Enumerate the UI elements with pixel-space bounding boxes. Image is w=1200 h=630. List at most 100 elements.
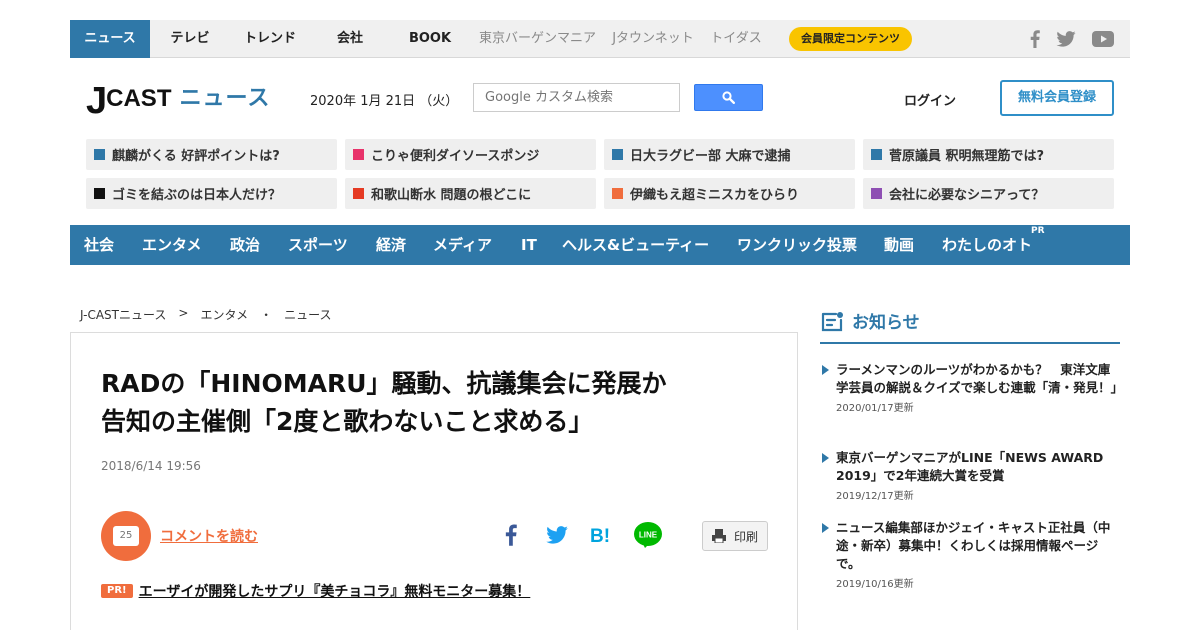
- comment-bubble-icon: 25: [113, 526, 139, 546]
- topnav-company[interactable]: 会社: [310, 20, 390, 58]
- article-title-line-2: 告知の主催側「2度と歌わないこと求める」: [101, 407, 594, 436]
- topnav-news[interactable]: ニュース: [70, 20, 150, 58]
- jcast-news-logo[interactable]: J CAST ニュース: [86, 80, 270, 120]
- notice-item[interactable]: ニュース編集部ほかジェイ・キャスト正社員（中途・新卒）募集中！くわしくは採用情報…: [820, 519, 1120, 590]
- article-date: 2018/6/14 19:56: [101, 459, 201, 473]
- trending-marker: [871, 188, 882, 199]
- trending-text: ゴミを結ぶのは日本人だけ？: [112, 188, 282, 203]
- trending-text: 麒麟がくる 好評ポイントは?: [112, 149, 280, 164]
- facebook-icon[interactable]: [1030, 29, 1040, 49]
- notice-title: お知らせ: [852, 313, 920, 333]
- logo-j: J: [86, 80, 107, 122]
- trending-marker: [94, 149, 105, 160]
- notice-text[interactable]: 東京バーゲンマニアがLINE「NEWS AWARD 2019」で2年連続大賞を受…: [836, 449, 1120, 485]
- logo-news: ニュース: [179, 86, 271, 111]
- trending-item[interactable]: 伊織もえ超ミニスカをひらり: [604, 178, 855, 209]
- arrow-right-icon: [822, 523, 829, 533]
- pr-ad-line: PR! エーザイが開発したサプリ『美チョコラ』無料モニター募集！: [101, 581, 530, 601]
- trending-text: 菅原議員 釈明無理筋では?: [889, 149, 1045, 164]
- category-media[interactable]: メディア: [433, 225, 492, 265]
- trending-marker: [353, 188, 364, 199]
- trending-item[interactable]: こりゃ便利ダイソースポンジ: [345, 139, 596, 170]
- pr-label: PR: [1031, 226, 1045, 236]
- social-links: [1030, 29, 1114, 49]
- category-video[interactable]: 動画: [884, 225, 914, 265]
- notice-header: お知らせ: [820, 310, 1120, 344]
- current-date: 2020年 1月 21日 （火）: [310, 94, 459, 109]
- topnav-trend[interactable]: トレンド: [230, 20, 310, 58]
- print-button[interactable]: 印刷: [702, 521, 768, 551]
- notice-item[interactable]: 東京バーゲンマニアがLINE「NEWS AWARD 2019」で2年連続大賞を受…: [820, 449, 1120, 502]
- trending-text: 会社に必要なシニアって？: [889, 188, 1045, 203]
- topnav-book[interactable]: BOOK: [390, 20, 470, 58]
- trending-item[interactable]: 麒麟がくる 好評ポイントは?: [86, 139, 337, 170]
- category-one-click-vote[interactable]: ワンクリック投票: [737, 225, 857, 265]
- breadcrumb-separator: >: [178, 306, 189, 320]
- pr-ad-link[interactable]: エーザイが開発したサプリ『美チョコラ』無料モニター募集！: [139, 581, 531, 601]
- trending-item[interactable]: 会社に必要なシニアって？: [863, 178, 1114, 209]
- member-content-badge[interactable]: 会員限定コンテンツ: [789, 27, 912, 51]
- register-button[interactable]: 無料会員登録: [1000, 80, 1114, 116]
- search-button[interactable]: [694, 84, 763, 111]
- arrow-right-icon: [822, 453, 829, 463]
- trending-text: 和歌山断水 問題の根どこに: [371, 188, 532, 203]
- breadcrumb-home[interactable]: J-CASTニュース: [80, 306, 166, 323]
- comment-count-badge[interactable]: 25: [101, 511, 151, 561]
- facebook-icon[interactable]: [501, 521, 521, 549]
- trending-marker: [94, 188, 105, 199]
- category-watashi-no-oto[interactable]: わたしのオト: [942, 225, 1032, 265]
- topnav-bargain-mania[interactable]: 東京バーゲンマニア: [470, 20, 605, 58]
- login-link[interactable]: ログイン: [904, 90, 956, 109]
- breadcrumb-separator: ・: [260, 308, 273, 322]
- notice-icon: [821, 312, 843, 332]
- breadcrumb-news: ニュース: [284, 308, 332, 322]
- category-health-beauty[interactable]: ヘルス&ビューティー: [562, 225, 709, 265]
- notice-date: 2019/10/16更新: [836, 579, 914, 590]
- trending-item[interactable]: ゴミを結ぶのは日本人だけ？: [86, 178, 337, 209]
- category-economy[interactable]: 経済: [376, 225, 406, 265]
- print-label: 印刷: [733, 529, 758, 544]
- svg-text:LINE: LINE: [639, 531, 658, 540]
- trending-item[interactable]: 菅原議員 釈明無理筋では?: [863, 139, 1114, 170]
- top-nav-list: ニュース テレビ トレンド 会社 BOOK 東京バーゲンマニア Jタウンネット …: [70, 20, 771, 58]
- notice-text[interactable]: ラーメンマンのルーツがわかるかも？ 東洋文庫学芸員の解説＆クイズで楽しむ連載「清…: [836, 361, 1123, 397]
- category-politics[interactable]: 政治: [230, 225, 260, 265]
- article-card: RADの「HINOMARU」騒動、抗議集会に発展か 告知の主催側「2度と歌わない…: [70, 332, 798, 630]
- article-title: RADの「HINOMARU」騒動、抗議集会に発展か 告知の主催側「2度と歌わない…: [101, 365, 761, 441]
- topnav-tv[interactable]: テレビ: [150, 20, 230, 58]
- svg-text:B!: B!: [590, 526, 610, 545]
- notice-text[interactable]: ニュース編集部ほかジェイ・キャスト正社員（中途・新卒）募集中！くわしくは採用情報…: [836, 519, 1120, 573]
- breadcrumb-entertainment[interactable]: エンタメ: [200, 306, 248, 323]
- category-sports[interactable]: スポーツ: [288, 225, 348, 265]
- article-title-line-1: RADの「HINOMARU」騒動、抗議集会に発展か: [101, 369, 667, 398]
- topnav-j-town-net[interactable]: Jタウンネット: [605, 20, 701, 58]
- trending-item[interactable]: 和歌山断水 問題の根どこに: [345, 178, 596, 209]
- trending-marker: [612, 149, 623, 160]
- trending-text: 日大ラグビー部 大麻で逮捕: [630, 149, 791, 164]
- notice-date: 2019/12/17更新: [836, 491, 914, 502]
- category-entertainment[interactable]: エンタメ: [142, 225, 202, 265]
- trending-text: 伊織もえ超ミニスカをひらり: [630, 188, 800, 203]
- notice-item[interactable]: ラーメンマンのルーツがわかるかも？ 東洋文庫学芸員の解説＆クイズで楽しむ連載「清…: [820, 361, 1123, 414]
- trending-marker: [353, 149, 364, 160]
- read-comments-link[interactable]: コメントを読む: [160, 526, 258, 546]
- twitter-icon[interactable]: [545, 521, 569, 549]
- search-icon: [722, 91, 735, 104]
- topnav-toidas[interactable]: トイダス: [701, 20, 771, 58]
- arrow-right-icon: [822, 365, 829, 375]
- search-input[interactable]: [473, 83, 680, 112]
- hatena-bookmark-icon[interactable]: B!: [589, 521, 615, 549]
- logo-cast: CAST: [106, 85, 172, 112]
- twitter-icon[interactable]: [1056, 29, 1076, 49]
- line-icon[interactable]: LINE: [633, 521, 663, 549]
- breadcrumb: J-CASTニュース > エンタメ ・ ニュース: [80, 306, 332, 323]
- trending-item[interactable]: 日大ラグビー部 大麻で逮捕: [604, 139, 855, 170]
- category-it[interactable]: IT: [521, 225, 537, 265]
- trending-marker: [871, 149, 882, 160]
- category-navigation: 社会 エンタメ 政治 スポーツ 経済 メディア IT ヘルス&ビューティー ワン…: [70, 225, 1130, 265]
- trending-text: こりゃ便利ダイソースポンジ: [371, 149, 540, 164]
- youtube-icon[interactable]: [1092, 29, 1114, 49]
- printer-icon: [711, 529, 726, 543]
- category-society[interactable]: 社会: [84, 225, 114, 265]
- trending-marker: [612, 188, 623, 199]
